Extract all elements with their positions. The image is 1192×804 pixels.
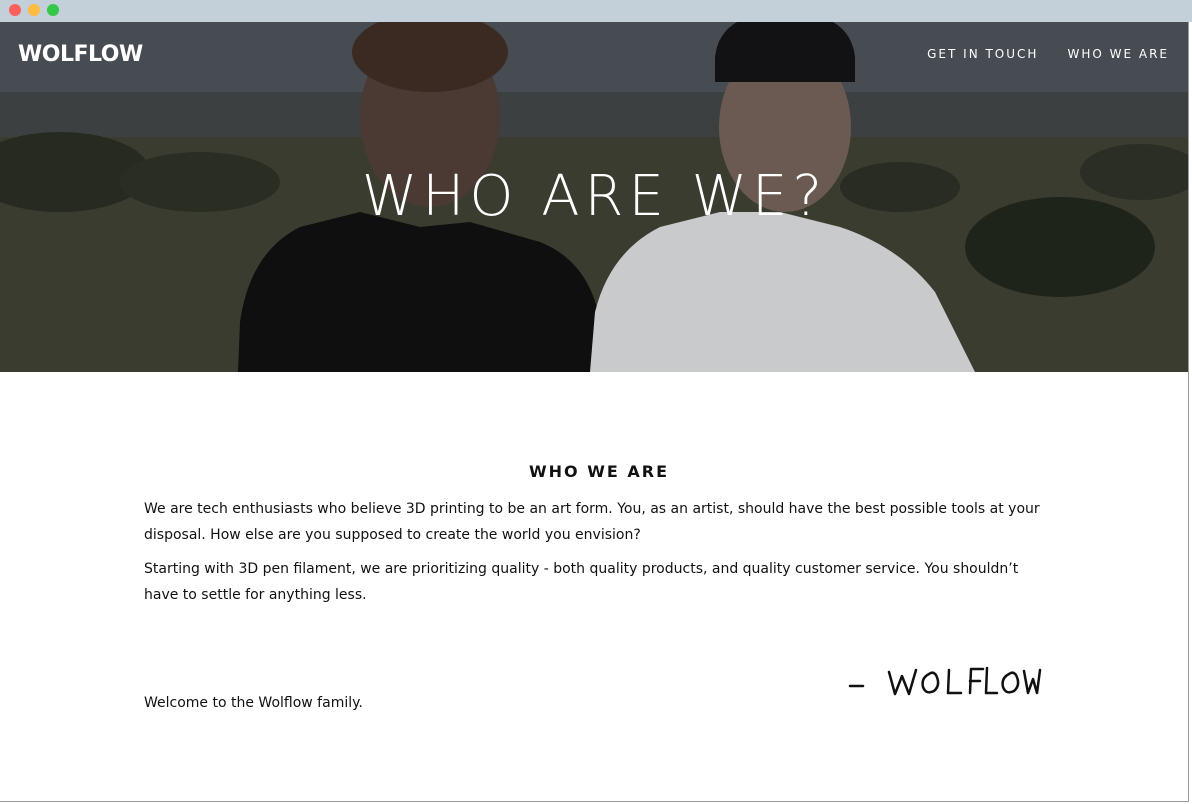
signature-image xyxy=(848,666,1042,696)
window-titlebar xyxy=(0,0,1192,22)
section-heading: WHO WE ARE xyxy=(529,462,669,481)
page: WOLFLOW GET IN TOUCH WHO WE ARE WHO ARE … xyxy=(0,22,1189,802)
welcome-text: Welcome to the Wolflow family. xyxy=(144,695,363,711)
minimize-window-button[interactable] xyxy=(28,4,40,16)
main-nav: GET IN TOUCH WHO WE ARE xyxy=(927,47,1169,61)
about-paragraph-1: We are tech enthusiasts who believe 3D p… xyxy=(144,501,1040,543)
hero-banner: WOLFLOW GET IN TOUCH WHO WE ARE WHO ARE … xyxy=(0,22,1188,372)
hero-title: WHO ARE WE? xyxy=(361,164,828,229)
about-paragraph-2: Starting with 3D pen filament, we are pr… xyxy=(144,561,1019,603)
zoom-window-button[interactable] xyxy=(47,4,59,16)
nav-get-in-touch[interactable]: GET IN TOUCH xyxy=(927,47,1038,61)
wolflow-logo[interactable]: WOLFLOW xyxy=(18,42,143,67)
nav-who-we-are[interactable]: WHO WE ARE xyxy=(1067,47,1169,61)
close-window-button[interactable] xyxy=(9,4,21,16)
about-section: WHO WE ARE We are tech enthusiasts who b… xyxy=(144,462,1054,711)
